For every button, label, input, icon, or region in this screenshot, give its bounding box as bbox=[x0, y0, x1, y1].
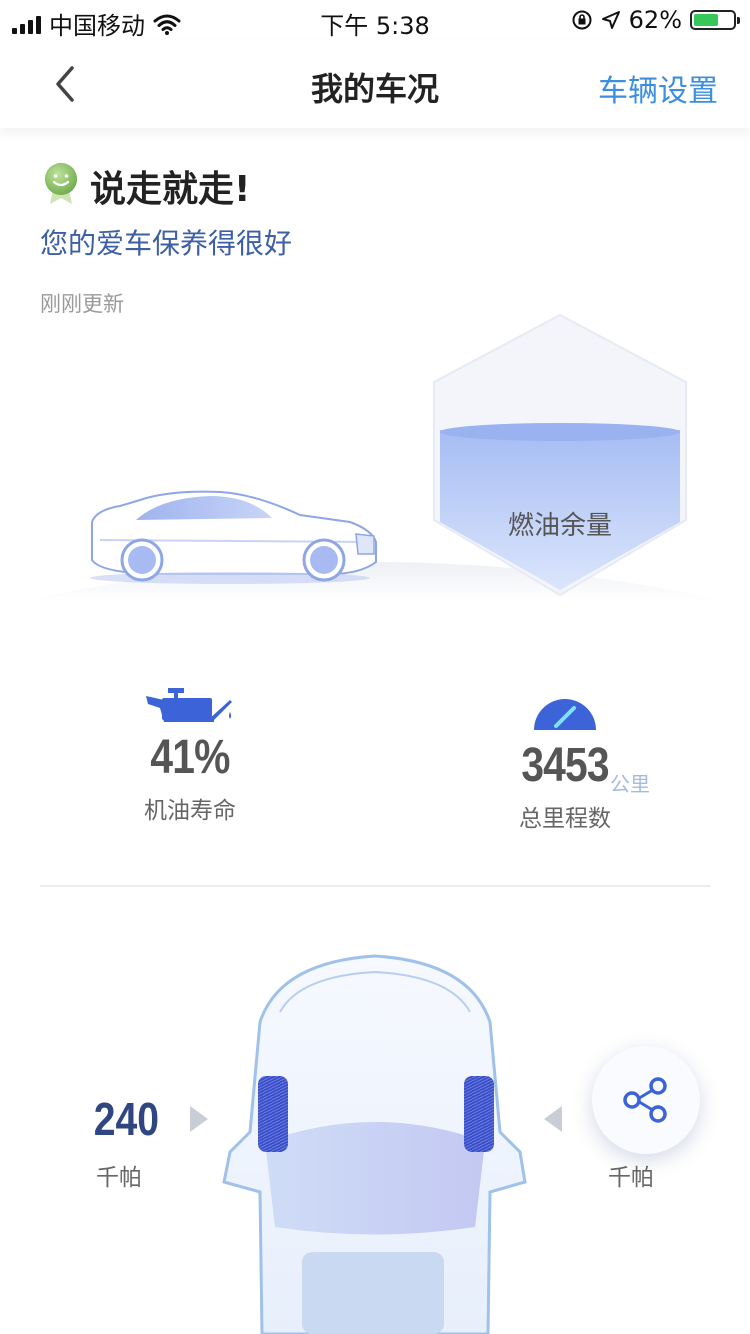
battery-icon bbox=[690, 10, 740, 30]
car-top-view-illustration bbox=[222, 954, 527, 1334]
oil-can-icon bbox=[146, 688, 232, 722]
triangle-right-icon bbox=[190, 1106, 208, 1132]
nav-bar: 我的车况 车辆设置 bbox=[0, 40, 750, 128]
fuel-surface bbox=[440, 423, 680, 441]
status-right: 62% bbox=[571, 6, 740, 34]
status-bar: 中国移动 下午 5:38 62% bbox=[0, 0, 750, 40]
front-left-tire-unit: 千帕 bbox=[96, 1165, 142, 1191]
sedan-side-icon bbox=[90, 490, 377, 584]
status-headline: 说走就走! bbox=[90, 169, 251, 210]
car-fuel-illustration bbox=[20, 313, 730, 602]
section-divider bbox=[40, 885, 710, 887]
mileage-unit: 公里 bbox=[610, 772, 650, 796]
location-arrow-icon bbox=[601, 11, 620, 29]
status-subline: 您的爱车保养得很好 bbox=[40, 227, 293, 260]
smiley-badge-icon bbox=[45, 163, 77, 204]
oil-life-label: 机油寿命 bbox=[144, 798, 236, 824]
vehicle-settings-link[interactable]: 车辆设置 bbox=[598, 66, 718, 110]
battery-fill bbox=[694, 14, 718, 26]
speedometer-icon bbox=[534, 699, 596, 730]
triangle-left-icon bbox=[544, 1106, 562, 1132]
oil-life-stat[interactable]: 41% 机油寿命 bbox=[110, 686, 270, 825]
oil-life-value: 41% bbox=[150, 731, 230, 784]
fuel-level-label: 燃油余量 bbox=[507, 511, 612, 541]
battery-percent: 62% bbox=[628, 6, 682, 34]
share-icon bbox=[623, 1077, 667, 1123]
share-button[interactable] bbox=[592, 1046, 700, 1154]
total-mileage-stat[interactable]: 3453 总里程数 bbox=[480, 690, 650, 833]
front-left-tire-pressure: 240 bbox=[93, 1093, 159, 1145]
rotation-lock-icon bbox=[572, 10, 592, 30]
total-mileage-label: 总里程数 bbox=[519, 806, 611, 832]
front-right-tire-unit: 千帕 bbox=[608, 1165, 654, 1191]
